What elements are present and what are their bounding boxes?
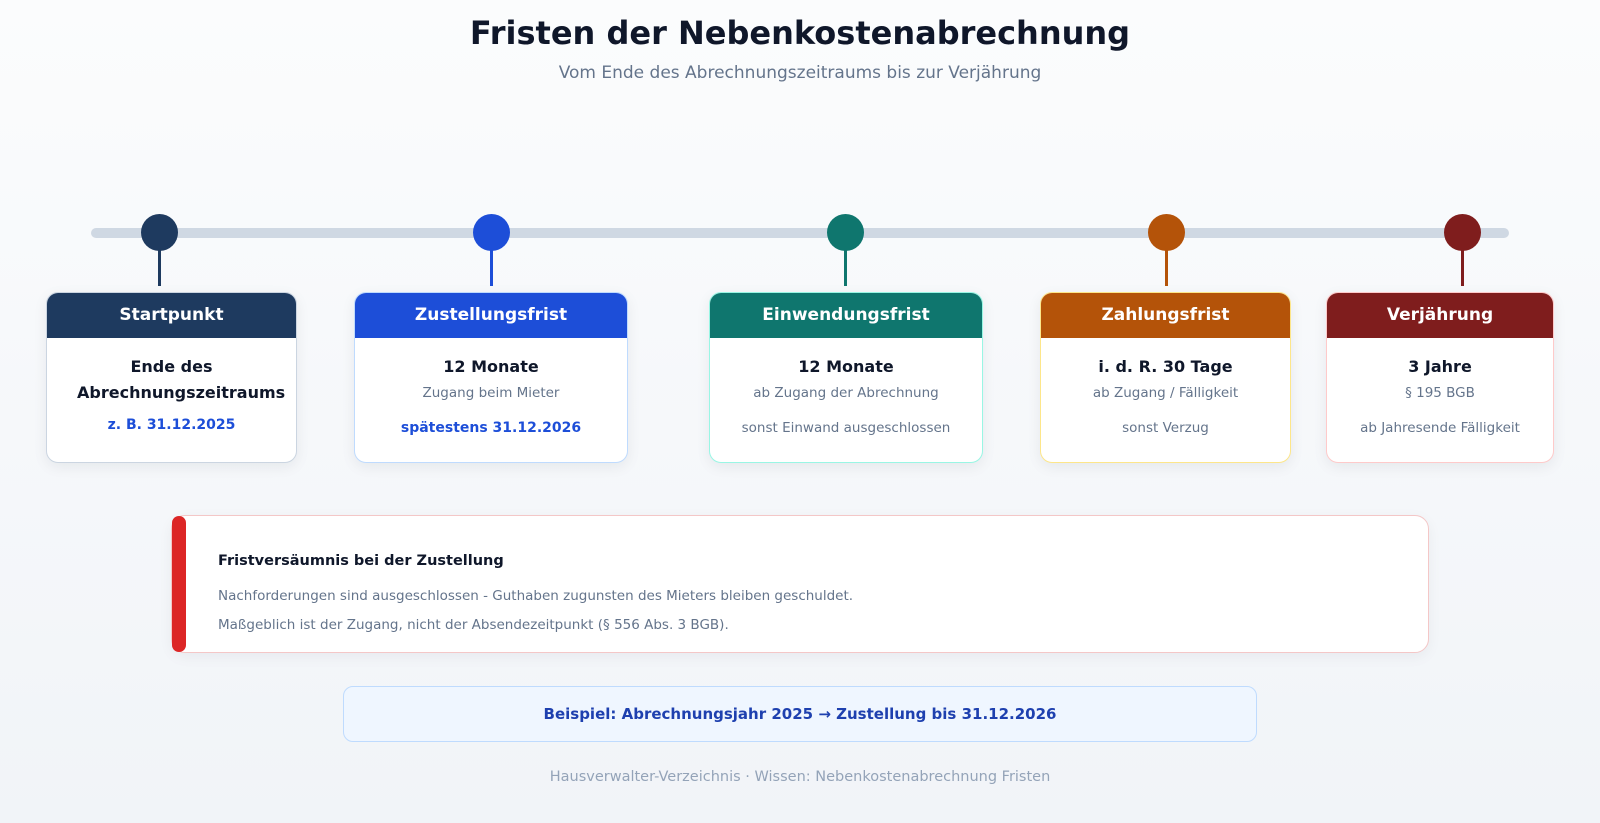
timeline-dot-einwendungsfrist (827, 214, 864, 251)
milestone-note: ab Jahresende Fälligkeit (1360, 420, 1520, 436)
milestone-note: sonst Verzug (1122, 420, 1209, 436)
timeline-stem-zustellungsfrist (490, 250, 493, 286)
timeline-stem-verjaehrung (1461, 250, 1464, 286)
milestone-card-einwendungsfrist: Einwendungsfrist 12 Monate ab Zugang der… (709, 292, 983, 463)
timeline-dot-startpunkt (141, 214, 178, 251)
milestone-note: spätestens 31.12.2026 (400, 420, 582, 436)
timeline-dot-zustellungsfrist (473, 214, 510, 251)
timeline-dot-verjaehrung (1444, 214, 1481, 251)
milestone-note: z. B. 31.12.2025 (107, 417, 236, 433)
warning-title: Fristversäumnis bei der Zustellung (218, 553, 504, 569)
milestone-sub: § 195 BGB (1405, 385, 1475, 401)
timeline-track (91, 228, 1509, 238)
milestone-main: 3 Jahre (1408, 357, 1472, 376)
milestone-main: i. d. R. 30 Tage (1098, 357, 1233, 376)
milestone-sub: ab Zugang / Fälligkeit (1092, 385, 1239, 401)
warning-box: Fristversäumnis bei der Zustellung Nachf… (171, 515, 1429, 653)
milestone-main: Ende des Abrechnungszeitraums (77, 357, 286, 402)
milestone-note: sonst Einwand ausgeschlossen (741, 420, 951, 436)
milestone-card-startpunkt: Startpunkt Ende des Abrechnungszeitraums… (46, 292, 297, 463)
milestone-card-zustellungsfrist: Zustellungsfrist 12 Monate Zugang beim M… (354, 292, 628, 463)
milestone-sub: Zugang beim Mieter (422, 385, 560, 401)
milestone-header: Startpunkt (47, 293, 296, 338)
milestone-card-zahlungsfrist: Zahlungsfrist i. d. R. 30 Tage ab Zugang… (1040, 292, 1291, 463)
warning-accent-bar (172, 516, 186, 652)
milestone-header: Einwendungsfrist (710, 293, 982, 338)
milestone-header: Verjährung (1327, 293, 1553, 338)
milestone-main: 12 Monate (443, 357, 539, 376)
example-box: Beispiel: Abrechnungsjahr 2025 → Zustell… (343, 686, 1257, 742)
milestone-card-verjaehrung: Verjährung 3 Jahre § 195 BGB ab Jahresen… (1326, 292, 1554, 463)
page-title: Fristen der Nebenkostenabrechnung (469, 14, 1131, 52)
milestone-header: Zahlungsfrist (1041, 293, 1290, 338)
timeline-stem-einwendungsfrist (844, 250, 847, 286)
milestone-header: Zustellungsfrist (355, 293, 627, 338)
timeline-stem-zahlungsfrist (1165, 250, 1168, 286)
milestone-main: 12 Monate (798, 357, 894, 376)
footer-text: Hausverwalter-Verzeichnis · Wissen: Nebe… (549, 769, 1051, 785)
timeline-stem-startpunkt (158, 250, 161, 286)
page-subtitle: Vom Ende des Abrechnungszeitraums bis zu… (558, 63, 1042, 83)
warning-text-line: Nachforderungen sind ausgeschlossen - Gu… (218, 588, 854, 604)
timeline-dot-zahlungsfrist (1148, 214, 1185, 251)
milestone-sub: ab Zugang der Abrechnung (753, 385, 939, 401)
warning-text-line: Maßgeblich ist der Zugang, nicht der Abs… (218, 617, 729, 633)
